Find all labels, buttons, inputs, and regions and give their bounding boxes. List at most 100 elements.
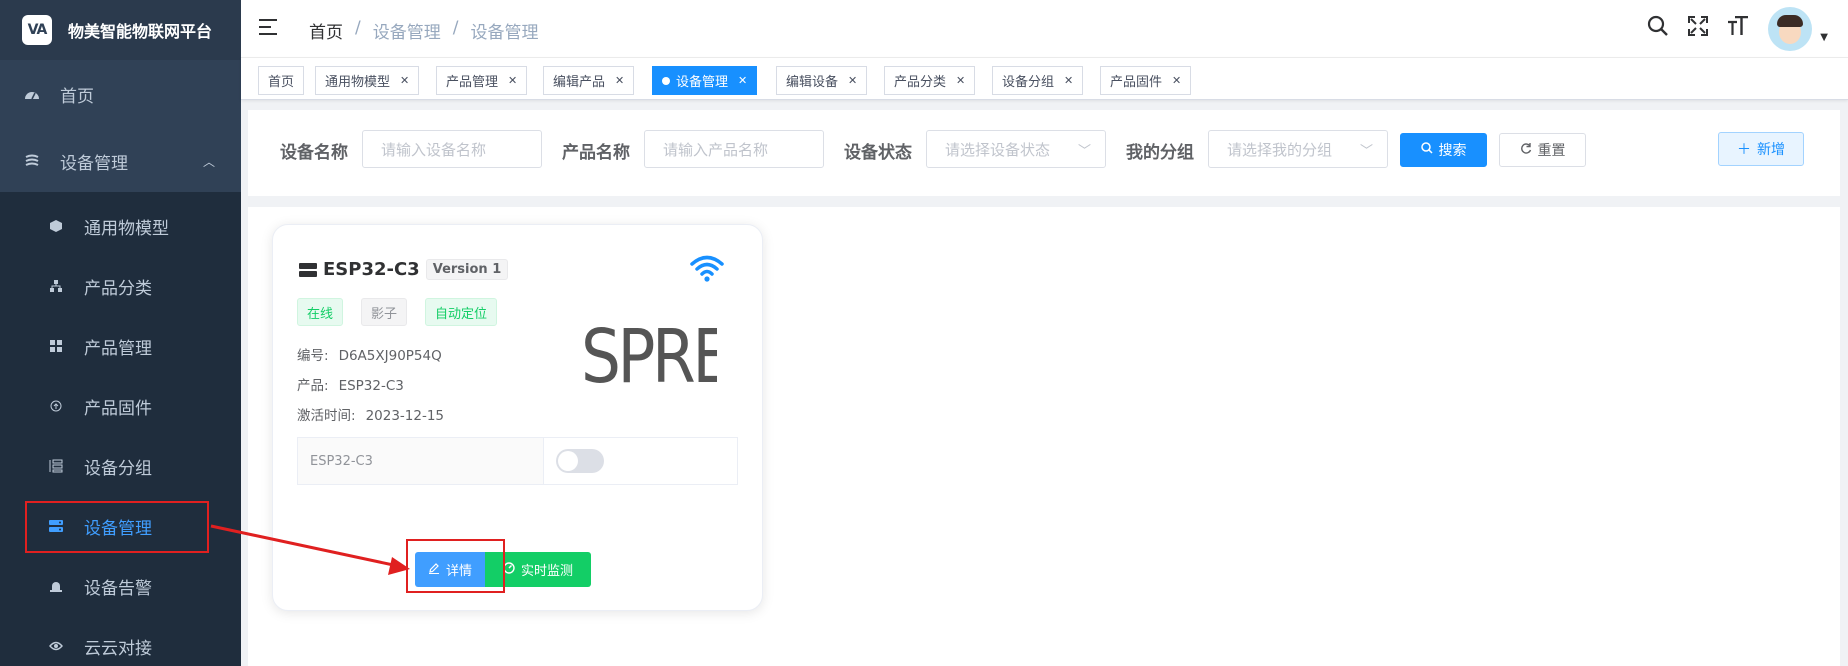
tag-home[interactable]: 首页 [258,66,305,95]
device-id-value: D6A5XJ90P54Q [338,348,442,364]
breadcrumb-home[interactable]: 首页 [309,18,343,43]
close-icon[interactable]: ✕ [848,74,857,87]
search-button[interactable]: 搜索 [1400,133,1487,167]
product-name-input[interactable]: 请输入产品名称 [644,130,824,168]
sidebar-item-product-category[interactable]: 产品分类 [0,256,241,316]
device-status-select[interactable]: 请选择设备状态 ﹀ [926,130,1106,168]
sidebar-item-device-group[interactable]: 设备分组 [0,436,241,496]
chevron-down-icon: ﹀ [1359,144,1373,159]
eye-icon [48,638,64,654]
search-button-label: 搜索 [1438,143,1467,159]
sidebar-item-label: 首页 [60,86,94,107]
close-icon[interactable]: ✕ [1064,74,1073,87]
device-name-placeholder: 请输入设备名称 [381,140,487,159]
product-name-placeholder: 请输入产品名称 [663,140,769,159]
device-status-placeholder: 请选择设备状态 [945,140,1051,159]
table-cell: ESP32-C3 [298,438,544,484]
group-icon [48,458,64,474]
my-group-placeholder: 请选择我的分组 [1227,140,1333,159]
tag-edit-device[interactable]: 编辑设备 ✕ [776,66,868,95]
sidebar-submenu: 通用物模型 产品分类 产品管理 产品固件 设备分组 设备管理 设备告警 云云对接 [0,192,241,666]
search-form: 设备名称 请输入设备名称 产品名称 请输入产品名称 设备状态 请选择设备状态 ﹀… [248,110,1840,196]
close-icon[interactable]: ✕ [1172,74,1181,87]
add-button-label: 新增 [1757,142,1785,158]
sidebar: VA 物美智能物联网平台 首页 设备管理 ︿ 通用物模型 产品分类 产品管理 产… [0,0,241,666]
tag-thing-model[interactable]: 通用物模型 ✕ [315,66,420,95]
sidebar-item-thing-model[interactable]: 通用物模型 [0,196,241,256]
tag-label: 编辑设备 [786,75,839,90]
sidebar-item-firmware[interactable]: 产品固件 [0,376,241,436]
monitor-button-label: 实时监测 [520,564,573,579]
sidebar-item-label: 设备分组 [84,458,152,479]
grid-icon [48,338,64,354]
tag-device-manage[interactable]: 设备管理 ✕ [652,66,758,95]
product-row: 产品: ESP32-C3 [297,374,404,394]
tag-label: 设备管理 [676,75,729,90]
tag-firmware[interactable]: 产品固件 ✕ [1100,66,1192,95]
thing-model-table: ESP32-C3 [297,437,738,485]
tag-label: 产品分类 [894,75,947,90]
breadcrumb-current: 设备管理 [470,23,539,43]
chevron-down-icon: ﹀ [1077,144,1091,159]
alarm-icon [48,578,64,594]
product-value: ESP32-C3 [338,378,404,394]
table-cell [544,438,737,484]
tags-view: 首页 通用物模型 ✕ 产品管理 ✕ 编辑产品 ✕ 设备管理 ✕ 编辑设备 ✕ 产品分类 ✕ … [241,58,1848,100]
caret-down-icon[interactable]: ▼ [1820,32,1828,43]
header-actions: ▼ [1638,0,1848,58]
tag-label: 通用物模型 [325,75,391,90]
sidebar-item-home[interactable]: 首页 [0,64,241,124]
tag-label: 首页 [268,75,295,90]
refresh-icon [1520,142,1532,158]
sidebar-item-cloud[interactable]: 云云对接 [0,616,241,666]
sidebar-item-device-alarm[interactable]: 设备告警 [0,556,241,616]
close-icon[interactable]: ✕ [508,74,517,87]
my-group-select[interactable]: 请选择我的分组 ﹀ [1208,130,1388,168]
chevron-up-icon: ︿ [202,154,215,169]
tag-product-category[interactable]: 产品分类 ✕ [884,66,976,95]
my-group-label: 我的分组 [1126,143,1194,163]
hamburger-icon[interactable] [259,19,279,37]
sidebar-group-label: 设备管理 [60,153,128,174]
reset-button[interactable]: 重置 [1499,133,1586,167]
activation-label: 激活时间: [297,408,356,424]
device-name: ESP32-C3 [323,259,420,280]
product-label: 产品: [297,378,329,394]
search-icon[interactable] [1638,15,1678,43]
sidebar-item-label: 通用物模型 [84,218,169,239]
status-online-tag: 在线 [297,298,344,326]
close-icon[interactable]: ✕ [738,74,747,87]
cube-icon [48,218,64,234]
top-navbar: 首页 / 设备管理 / 设备管理 ▼ [241,0,1848,58]
sidebar-item-label: 云云对接 [84,638,152,659]
tag-product-manage[interactable]: 产品管理 ✕ [436,66,528,95]
active-dot-icon [662,76,670,85]
sidebar-item-label: 产品固件 [84,398,152,419]
font-size-icon[interactable] [1718,15,1758,42]
sidebar-item-product-manage[interactable]: 产品管理 [0,316,241,376]
user-avatar[interactable] [1768,7,1813,51]
fullscreen-icon[interactable] [1678,16,1718,42]
tag-edit-product[interactable]: 编辑产品 ✕ [543,66,635,95]
sidebar-group-device[interactable]: 设备管理 ︿ [0,131,241,191]
sidebar-item-label: 产品管理 [84,338,152,359]
tag-device-group[interactable]: 设备分组 ✕ [992,66,1084,95]
device-id-row: 编号: D6A5XJ90P54Q [297,344,442,364]
device-card: ESP32-C3 Version 1 在线 影子 自动定位 编号: D6A5XJ9… [272,224,763,611]
product-image: SPRE [581,321,717,393]
close-icon[interactable]: ✕ [400,74,409,87]
server-icon [299,262,317,277]
tag-label: 设备分组 [1002,75,1055,90]
activation-row: 激活时间: 2023-12-15 [297,404,444,424]
device-title: ESP32-C3 Version 1 [299,259,509,280]
breadcrumb-separator: / [355,18,361,38]
plus-icon: ＋ [1737,142,1751,158]
brand-name: 物美智能物联网平台 [68,22,213,41]
close-icon[interactable]: ✕ [615,74,624,87]
close-icon[interactable]: ✕ [956,74,965,87]
toggle-switch[interactable] [556,449,604,473]
device-name-input[interactable]: 请输入设备名称 [362,130,542,168]
add-button[interactable]: ＋ 新增 [1718,132,1804,166]
search-icon [1420,142,1433,158]
dashboard-icon [24,86,40,102]
